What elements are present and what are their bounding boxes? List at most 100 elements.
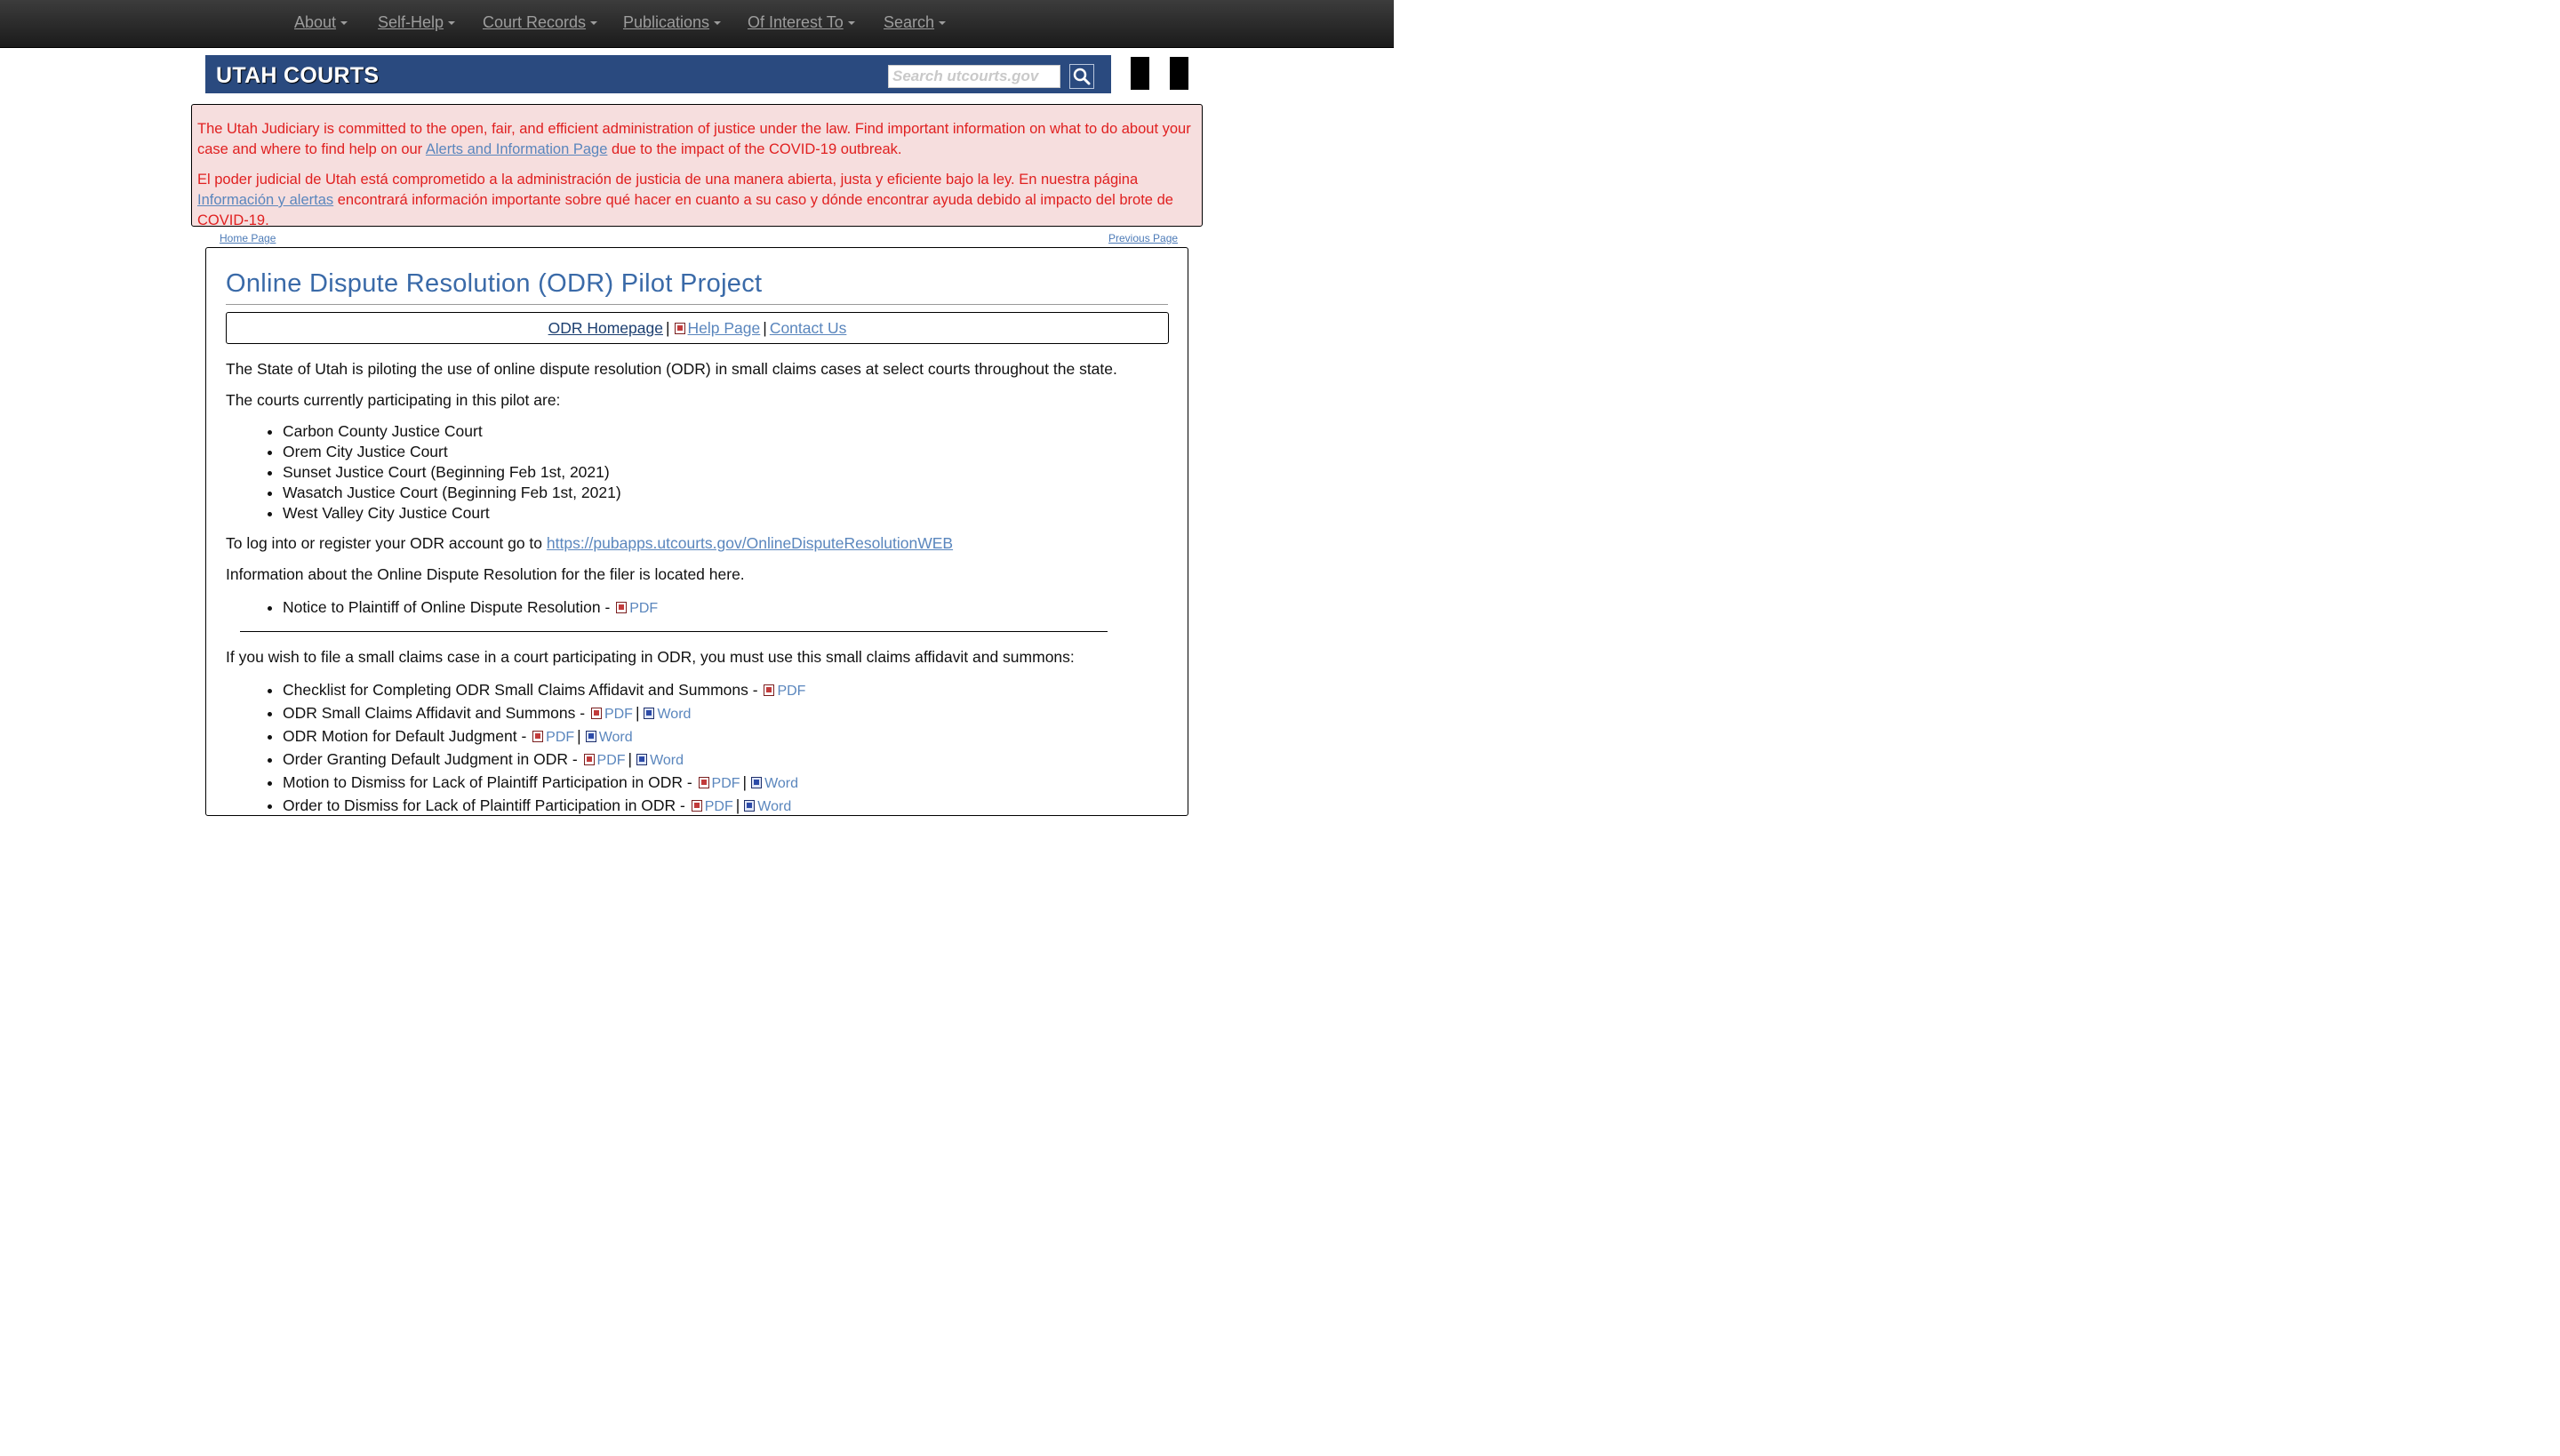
separator: | — [742, 773, 748, 791]
form-word-link[interactable]: Word — [650, 753, 684, 768]
word-icon — [585, 731, 596, 742]
list-item: Order Granting Default Judgment in ODR -… — [283, 748, 805, 772]
notice-pdf-link[interactable]: PDF — [629, 601, 658, 616]
main-content: Online Dispute Resolution (ODR) Pilot Pr… — [205, 247, 1188, 816]
pdf-icon — [674, 323, 685, 334]
alert-spanish: El poder judicial de Utah está compromet… — [197, 170, 1196, 231]
form-pdf-link[interactable]: PDF — [777, 684, 805, 699]
form-pdf-link[interactable]: PDF — [705, 799, 733, 814]
filer-info-text: Information about the Online Dispute Res… — [226, 565, 745, 583]
odr-homepage-link[interactable]: ODR Homepage — [548, 319, 663, 337]
form-label: ODR Small Claims Affidavit and Summons - — [283, 704, 589, 722]
nav-court-records-label: Court Records — [483, 13, 587, 31]
login-label: To log into or register your ODR account… — [226, 534, 547, 552]
nav-of-interest-to-label: Of Interest To — [748, 13, 844, 31]
alerts-info-link[interactable]: Alerts and Information Page — [426, 141, 608, 157]
caret-down-icon — [590, 21, 598, 26]
nav-search-label: Search — [884, 13, 935, 31]
list-item: Wasatch Justice Court (Beginning Feb 1st… — [283, 483, 621, 503]
form-label: Order to Dismiss for Lack of Plaintiff P… — [283, 796, 690, 814]
caret-down-icon — [939, 21, 947, 26]
separator: | — [763, 319, 767, 337]
form-label: Order Granting Default Judgment in ODR - — [283, 750, 582, 768]
file-heading: If you wish to file a small claims case … — [226, 648, 1075, 666]
forms-list: Checklist for Completing ODR Small Claim… — [226, 679, 805, 818]
alert-english: The Utah Judiciary is committed to the o… — [197, 119, 1196, 160]
list-item: West Valley City Justice Court — [283, 503, 621, 524]
notice-list: Notice to Plaintiff of Online Dispute Re… — [226, 596, 658, 620]
black-block-right — [1170, 57, 1188, 90]
nav-search[interactable]: Search — [884, 13, 947, 32]
form-word-link[interactable]: Word — [599, 730, 633, 745]
pdf-icon — [691, 800, 702, 812]
nav-publications[interactable]: Publications — [623, 13, 722, 32]
black-block-left — [1131, 57, 1149, 90]
pdf-icon — [590, 708, 602, 719]
top-navbar: About Self-Help Court Records Publicatio… — [0, 0, 1394, 48]
caret-down-icon — [847, 21, 855, 26]
list-item: Checklist for Completing ODR Small Claim… — [283, 679, 805, 702]
site-banner: UTAH COURTS — [205, 55, 1111, 93]
search-button[interactable] — [1069, 64, 1094, 89]
form-pdf-link[interactable]: PDF — [546, 730, 574, 745]
word-icon — [636, 754, 648, 765]
search-input[interactable] — [888, 65, 1060, 88]
alert-es-text-end: encontrará información importante sobre … — [197, 192, 1173, 228]
word-icon — [744, 800, 756, 812]
form-pdf-link[interactable]: PDF — [712, 776, 740, 791]
login-text: To log into or register your ODR account… — [226, 534, 953, 553]
form-label: Checklist for Completing ODR Small Claim… — [283, 681, 763, 699]
contact-us-link[interactable]: Contact Us — [770, 319, 847, 337]
odr-login-link[interactable]: https://pubapps.utcourts.gov/OnlineDispu… — [547, 534, 953, 552]
pdf-icon — [583, 754, 595, 765]
intro-text: The State of Utah is piloting the use of… — [226, 360, 1117, 378]
informacion-alertas-link[interactable]: Información y alertas — [197, 192, 333, 208]
covid-alert: The Utah Judiciary is committed to the o… — [191, 104, 1203, 228]
separator: | — [635, 704, 640, 722]
page-title: Online Dispute Resolution (ODR) Pilot Pr… — [226, 269, 1168, 305]
separator: | — [735, 796, 740, 814]
divider — [240, 631, 1108, 632]
nav-self-help-label: Self-Help — [378, 13, 444, 31]
list-item: Orem City Justice Court — [283, 442, 621, 462]
list-item: Notice to Plaintiff of Online Dispute Re… — [283, 596, 658, 620]
pdf-icon — [698, 777, 709, 788]
form-label: Motion to Dismiss for Lack of Plaintiff … — [283, 773, 697, 791]
form-word-link[interactable]: Word — [764, 776, 798, 791]
pdf-icon — [616, 602, 628, 613]
word-icon — [751, 777, 763, 788]
alert-en-text-end: due to the impact of the COVID-19 outbre… — [607, 141, 902, 157]
home-page-link[interactable]: Home Page — [220, 232, 276, 244]
site-brand[interactable]: UTAH COURTS — [216, 63, 379, 89]
list-item: ODR Motion for Default Judgment - PDF| Wo… — [283, 725, 805, 748]
nav-about[interactable]: About — [294, 13, 348, 32]
form-word-link[interactable]: Word — [757, 799, 791, 814]
pdf-icon — [532, 731, 544, 742]
form-word-link[interactable]: Word — [657, 707, 691, 722]
list-item: Motion to Dismiss for Lack of Plaintiff … — [283, 772, 805, 795]
caret-down-icon — [714, 21, 722, 26]
help-page-link[interactable]: Help Page — [688, 319, 761, 337]
nav-of-interest-to[interactable]: Of Interest To — [748, 13, 855, 32]
separator: | — [628, 750, 633, 768]
list-item: Sunset Justice Court (Beginning Feb 1st,… — [283, 462, 621, 483]
alert-es-text: El poder judicial de Utah está compromet… — [197, 172, 1139, 188]
list-item: ODR Small Claims Affidavit and Summons -… — [283, 702, 805, 725]
search-icon — [1073, 68, 1091, 85]
previous-page-link[interactable]: Previous Page — [1108, 232, 1178, 244]
courts-heading: The courts currently participating in th… — [226, 391, 561, 409]
odr-links-bar: ODR Homepage | Help Page | Contact Us — [226, 312, 1169, 344]
form-pdf-link[interactable]: PDF — [604, 707, 633, 722]
notice-label: Notice to Plaintiff of Online Dispute Re… — [283, 598, 615, 616]
form-pdf-link[interactable]: PDF — [597, 753, 626, 768]
separator: | — [577, 727, 581, 745]
nav-publications-label: Publications — [623, 13, 710, 31]
caret-down-icon — [340, 21, 348, 26]
word-icon — [644, 708, 655, 719]
nav-self-help[interactable]: Self-Help — [378, 13, 456, 32]
separator: | — [665, 319, 670, 337]
courts-list: Carbon County Justice Court Orem City Ju… — [226, 421, 621, 524]
form-label: ODR Motion for Default Judgment - — [283, 727, 532, 745]
list-item: Order to Dismiss for Lack of Plaintiff P… — [283, 795, 805, 818]
nav-court-records[interactable]: Court Records — [483, 13, 598, 32]
